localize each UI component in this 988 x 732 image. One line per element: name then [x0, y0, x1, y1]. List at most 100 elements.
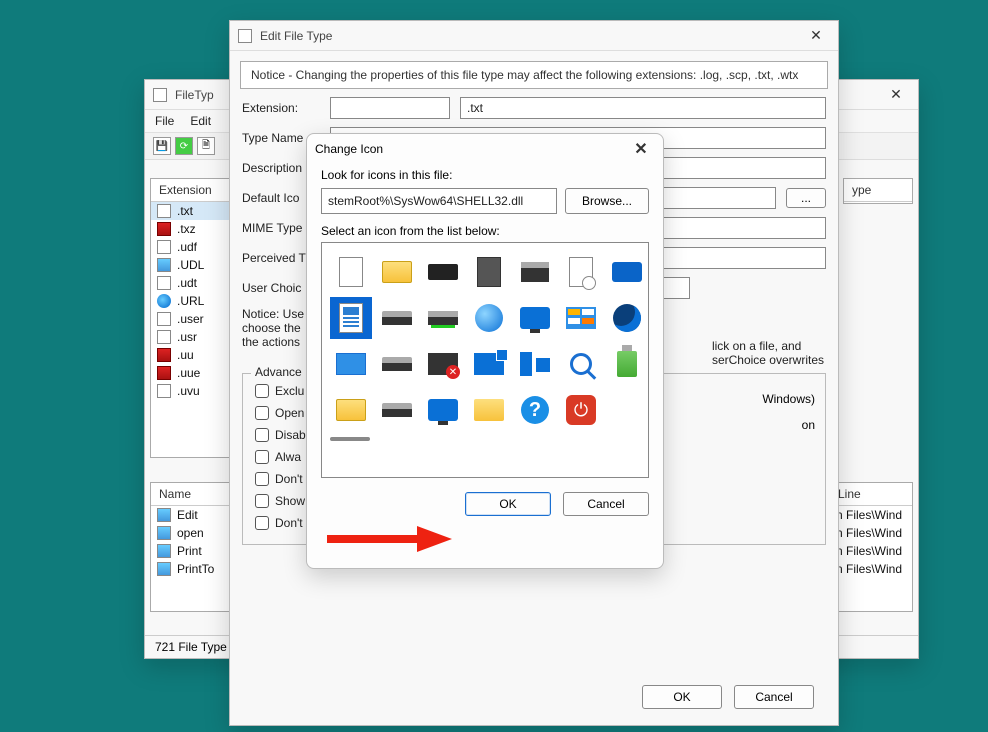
- toolbar-doc-icon[interactable]: 🗎: [197, 137, 215, 155]
- defaulticon-browse-button[interactable]: ...: [786, 188, 826, 208]
- menu-file[interactable]: File: [155, 114, 174, 128]
- scrollbar-thumb[interactable]: [330, 437, 370, 441]
- verb-icon: [157, 562, 171, 576]
- search-icon[interactable]: [560, 343, 602, 385]
- verb-icon: [157, 544, 171, 558]
- changeicon-cancel-button[interactable]: Cancel: [563, 492, 649, 516]
- recent-page-icon[interactable]: [560, 251, 602, 293]
- right-header-1[interactable]: ype: [843, 178, 913, 204]
- changeicon-ok-button[interactable]: OK: [465, 492, 551, 516]
- network-icon[interactable]: [514, 343, 556, 385]
- monitor-blue-icon[interactable]: [422, 389, 464, 431]
- look-label: Look for icons in this file:: [321, 168, 649, 182]
- field-extension: Extension: .txt: [230, 93, 838, 123]
- filetypesman-title: FileTyp: [175, 88, 214, 102]
- verb-row[interactable]: open: [151, 524, 229, 542]
- cmdline-row[interactable]: n Files\Wind: [830, 524, 912, 542]
- usb-green-arrow-icon[interactable]: [606, 343, 648, 385]
- icon-list[interactable]: ?⏻: [321, 242, 649, 478]
- file-icon: [157, 222, 171, 236]
- extension-row[interactable]: .usr: [151, 328, 229, 346]
- extension-input[interactable]: .txt: [460, 97, 826, 119]
- edit-cancel-button[interactable]: Cancel: [734, 685, 814, 709]
- network-monitor-icon[interactable]: [468, 343, 510, 385]
- changeicon-title: Change Icon: [315, 142, 383, 156]
- globe-icon[interactable]: [468, 297, 510, 339]
- extensions-header[interactable]: Extension: [151, 179, 229, 202]
- file-icon: [157, 258, 171, 272]
- advanced-label: Advance: [251, 365, 306, 379]
- hard-disk-icon[interactable]: [376, 297, 418, 339]
- userchoice-notice-right: lick on a file, and serChoice overwrites: [712, 339, 824, 367]
- notice-box: Notice - Changing the properties of this…: [240, 61, 828, 89]
- verb-icon: [157, 526, 171, 540]
- verb-row[interactable]: Print: [151, 542, 229, 560]
- extension-row[interactable]: .UDL: [151, 256, 229, 274]
- dark-drive-icon[interactable]: [376, 343, 418, 385]
- cmdline-row[interactable]: n Files\Wind: [830, 542, 912, 560]
- extension-row[interactable]: .uu: [151, 346, 229, 364]
- extension-row[interactable]: .uue: [151, 364, 229, 382]
- close-icon[interactable]: ✕: [627, 139, 655, 159]
- printer-icon[interactable]: [514, 251, 556, 293]
- extension-row[interactable]: .txt: [151, 202, 229, 220]
- chip-icon[interactable]: [468, 251, 510, 293]
- file-icon: [157, 366, 171, 380]
- cmdline-row[interactable]: n Files\Wind: [830, 560, 912, 578]
- power-icon[interactable]: ⏻: [560, 389, 602, 431]
- cmdline-row[interactable]: n Files\Wind: [830, 506, 912, 524]
- monitor-globe-icon[interactable]: [514, 297, 556, 339]
- verb-icon: [157, 508, 171, 522]
- extension-visible-gap: [330, 97, 450, 119]
- extensions-pane[interactable]: Extension .txt.txz.udf.UDL.udt.URL.user.…: [150, 178, 230, 458]
- file-icon: [157, 294, 171, 308]
- extension-row[interactable]: .URL: [151, 292, 229, 310]
- edit-ok-button[interactable]: OK: [642, 685, 722, 709]
- folder-icon[interactable]: [376, 251, 418, 293]
- app-icon: [238, 29, 252, 43]
- close-icon[interactable]: ✕: [882, 85, 910, 105]
- window-tile-icon[interactable]: [606, 251, 648, 293]
- drive-gray-icon[interactable]: [376, 389, 418, 431]
- advanced-right-2: on: [802, 418, 815, 432]
- monitor-remove-icon[interactable]: [422, 343, 464, 385]
- drive-icon[interactable]: [422, 251, 464, 293]
- verb-row[interactable]: Edit: [151, 506, 229, 524]
- extension-row[interactable]: .user: [151, 310, 229, 328]
- toolbar-save-icon[interactable]: 💾: [153, 137, 171, 155]
- night-mode-icon[interactable]: [606, 297, 648, 339]
- help-icon[interactable]: ?: [514, 389, 556, 431]
- verbs-pane[interactable]: Name EditopenPrintPrintTo: [150, 482, 230, 612]
- text-document-icon[interactable]: [330, 297, 372, 339]
- blank-page-icon[interactable]: [330, 251, 372, 293]
- change-icon-dialog: Change Icon ✕ Look for icons in this fil…: [306, 133, 664, 569]
- app-icon: [153, 88, 167, 102]
- file-icon: [157, 384, 171, 398]
- edit-dialog-buttons: OK Cancel: [622, 673, 834, 721]
- edit-title: Edit File Type: [260, 29, 332, 43]
- extension-row[interactable]: .txz: [151, 220, 229, 238]
- advanced-right-1: Windows): [762, 392, 815, 406]
- browse-button[interactable]: Browse...: [565, 188, 649, 214]
- file-icon: [157, 330, 171, 344]
- file-icon: [157, 204, 171, 218]
- icon-file-input[interactable]: [321, 188, 557, 214]
- right-header-2[interactable]: Line: [830, 483, 912, 506]
- extension-row[interactable]: .uvu: [151, 382, 229, 400]
- extension-row[interactable]: .udf: [151, 238, 229, 256]
- folder-window-icon[interactable]: [468, 389, 510, 431]
- file-icon: [157, 312, 171, 326]
- menu-edit[interactable]: Edit: [190, 114, 211, 128]
- hard-disk-green-icon[interactable]: [422, 297, 464, 339]
- file-icon: [157, 240, 171, 254]
- close-icon[interactable]: ✕: [802, 26, 830, 46]
- verb-row[interactable]: PrintTo: [151, 560, 229, 578]
- toolbar-refresh-icon[interactable]: ⟳: [175, 137, 193, 155]
- diskette-icon[interactable]: [330, 343, 372, 385]
- verbs-header[interactable]: Name: [151, 483, 229, 506]
- select-label: Select an icon from the list below:: [321, 224, 649, 238]
- extension-row[interactable]: .udt: [151, 274, 229, 292]
- folder-yellow-icon[interactable]: [330, 389, 372, 431]
- changeicon-titlebar: Change Icon ✕: [307, 134, 663, 164]
- programs-icon[interactable]: [560, 297, 602, 339]
